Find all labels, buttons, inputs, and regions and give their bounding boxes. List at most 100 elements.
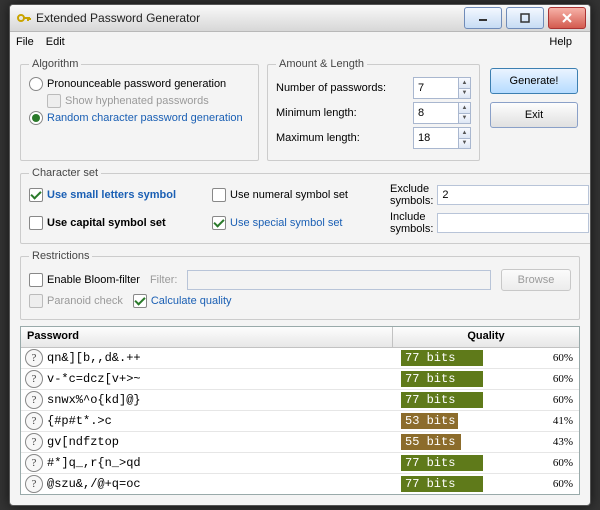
quality-bar: 55 bits: [401, 434, 531, 450]
radio-random[interactable]: Random character password generation: [29, 111, 243, 125]
table-row[interactable]: ? gv[ndfztop55 bits 43%: [21, 432, 579, 453]
exit-button-label: Exit: [525, 109, 543, 121]
password-cell: {#p#t*.>c: [47, 414, 401, 428]
check-quality-label: Calculate quality: [151, 295, 232, 307]
col-password[interactable]: Password: [21, 327, 393, 347]
check-show-hyphenated-label: Show hyphenated passwords: [65, 95, 209, 107]
spin-down-icon[interactable]: ▼: [459, 89, 470, 99]
num-passwords-spin[interactable]: ▲▼: [413, 77, 471, 99]
radio-random-label: Random character password generation: [47, 112, 243, 124]
menu-file[interactable]: File: [16, 36, 34, 48]
amount-group: Amount & Length Number of passwords: ▲▼ …: [267, 58, 480, 161]
algorithm-legend: Algorithm: [29, 58, 81, 70]
check-show-hyphenated: Show hyphenated passwords: [47, 94, 209, 108]
title-bar[interactable]: Extended Password Generator: [10, 5, 590, 32]
table-row[interactable]: ? #*]q_,r{n_>qd77 bits 60%: [21, 453, 579, 474]
quality-percent: 43%: [539, 436, 579, 448]
quality-percent: 60%: [539, 394, 579, 406]
filter-input: [187, 270, 491, 290]
restrictions-legend: Restrictions: [29, 250, 92, 262]
min-length-spin[interactable]: ▲▼: [413, 102, 471, 124]
quality-bar: 77 bits: [401, 392, 531, 408]
help-icon[interactable]: ?: [25, 370, 43, 388]
results-table: Password Quality ?qn&][b,,d&.++77 bits60…: [20, 326, 580, 495]
exit-button[interactable]: Exit: [490, 102, 578, 128]
quality-bar: 77 bits: [401, 350, 531, 366]
check-capital[interactable]: Use capital symbol set: [29, 216, 204, 230]
table-row[interactable]: ? v-*c=dcz[v+>~77 bits 60%: [21, 369, 579, 390]
browse-button: Browse: [501, 269, 571, 291]
maximize-button[interactable]: [506, 7, 544, 29]
generate-button[interactable]: Generate!: [490, 68, 578, 94]
help-icon[interactable]: ?: [25, 475, 43, 493]
password-cell: v-*c=dcz[v+>~: [47, 372, 401, 386]
filter-label: Filter:: [150, 274, 178, 286]
generate-button-label: Generate!: [510, 75, 559, 87]
password-cell: gv[ndfztop: [47, 435, 401, 449]
help-icon[interactable]: ?: [25, 433, 43, 451]
help-icon[interactable]: ?: [25, 349, 43, 367]
quality-bar: 53 bits: [401, 413, 531, 429]
spin-up-icon[interactable]: ▲: [459, 128, 470, 139]
include-input[interactable]: [437, 213, 589, 233]
spin-up-icon[interactable]: ▲: [459, 78, 470, 89]
num-passwords-label: Number of passwords:: [276, 82, 413, 94]
quality-bar: 77 bits: [401, 371, 531, 387]
check-quality[interactable]: Calculate quality: [133, 294, 232, 308]
quality-percent: 60%: [539, 478, 579, 490]
check-numeral[interactable]: Use numeral symbol set: [212, 188, 382, 202]
quality-bar-fill: 77 bits: [401, 455, 483, 471]
help-icon[interactable]: ?: [25, 454, 43, 472]
check-paranoid: Paranoid check: [29, 294, 123, 308]
spin-up-icon[interactable]: ▲: [459, 103, 470, 114]
restrictions-group: Restrictions Enable Bloom-filter Filter:…: [20, 250, 580, 320]
col-quality[interactable]: Quality: [393, 327, 579, 347]
check-bloom-label: Enable Bloom-filter: [47, 274, 140, 286]
table-row[interactable]: ?snwx%^o{kd]@}77 bits60%: [21, 390, 579, 411]
max-length-spin[interactable]: ▲▼: [413, 127, 471, 149]
check-paranoid-label: Paranoid check: [47, 295, 123, 307]
exclude-input[interactable]: [437, 185, 589, 205]
quality-bar-fill: 77 bits: [401, 476, 483, 492]
quality-percent: 41%: [539, 415, 579, 427]
menu-bar: File Edit Help: [10, 32, 590, 52]
menu-edit[interactable]: Edit: [46, 36, 65, 48]
table-row[interactable]: ? @szu&,/@+q=oc77 bits 60%: [21, 474, 579, 494]
min-length-input[interactable]: [414, 103, 458, 123]
check-small-letters[interactable]: Use small letters symbol: [29, 188, 204, 202]
quality-bar-fill: 53 bits: [401, 413, 458, 429]
password-cell: qn&][b,,d&.++: [47, 351, 401, 365]
check-special-label: Use special symbol set: [230, 217, 343, 229]
quality-bar: 77 bits: [401, 476, 531, 492]
max-length-label: Maximum length:: [276, 132, 413, 144]
quality-bar-fill: 77 bits: [401, 392, 483, 408]
max-length-input[interactable]: [414, 128, 458, 148]
radio-pronounceable-label: Pronounceable password generation: [47, 78, 226, 90]
help-icon[interactable]: ?: [25, 412, 43, 430]
minimize-button[interactable]: [464, 7, 502, 29]
quality-percent: 60%: [539, 457, 579, 469]
menu-help[interactable]: Help: [549, 36, 572, 48]
password-cell: #*]q_,r{n_>qd: [47, 456, 401, 470]
check-special[interactable]: Use special symbol set: [212, 216, 382, 230]
table-row[interactable]: ?qn&][b,,d&.++77 bits60%: [21, 348, 579, 369]
spin-down-icon[interactable]: ▼: [459, 139, 470, 149]
radio-pronounceable[interactable]: Pronounceable password generation: [29, 77, 226, 91]
quality-percent: 60%: [539, 373, 579, 385]
check-numeral-label: Use numeral symbol set: [230, 189, 348, 201]
password-cell: @szu&,/@+q=oc: [47, 477, 401, 491]
app-window: Extended Password Generator File Edit He…: [9, 4, 591, 506]
app-key-icon: [16, 10, 32, 26]
check-small-letters-label: Use small letters symbol: [47, 189, 176, 201]
browse-button-label: Browse: [518, 274, 555, 286]
table-row[interactable]: ? {#p#t*.>c53 bits 41%: [21, 411, 579, 432]
amount-legend: Amount & Length: [276, 58, 367, 70]
close-button[interactable]: [548, 7, 586, 29]
quality-bar-fill: 77 bits: [401, 371, 483, 387]
spin-down-icon[interactable]: ▼: [459, 114, 470, 124]
window-title: Extended Password Generator: [36, 11, 464, 25]
help-icon[interactable]: ?: [25, 391, 43, 409]
check-bloom[interactable]: Enable Bloom-filter: [29, 273, 140, 287]
algorithm-group: Algorithm Pronounceable password generat…: [20, 58, 259, 161]
num-passwords-input[interactable]: [414, 78, 458, 98]
